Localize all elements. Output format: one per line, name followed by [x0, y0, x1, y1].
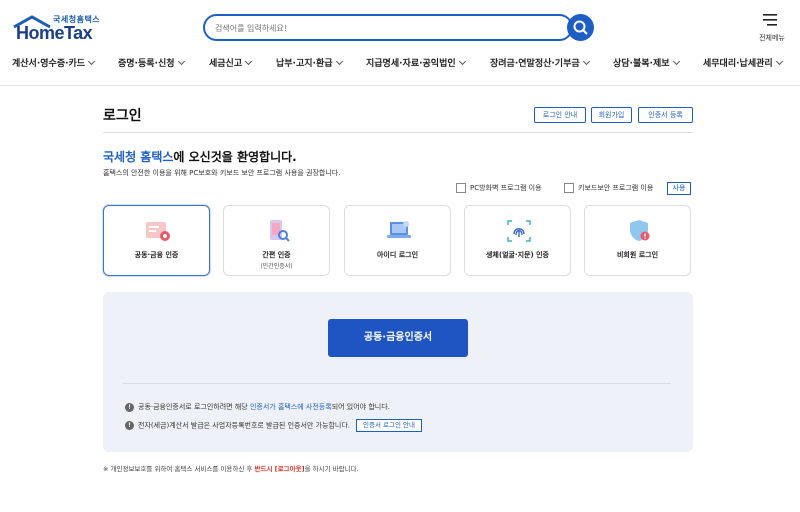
shield-icon: [630, 220, 650, 241]
login-method-label: 아이디 로그인: [376, 251, 419, 259]
nav-item-payment[interactable]: 납부·고지·환급: [276, 56, 343, 69]
search-box: [203, 14, 573, 41]
search-button[interactable]: [567, 14, 594, 41]
chevron-down-icon: [335, 57, 343, 66]
phone-auth-icon: [270, 220, 290, 242]
certificate-login-panel: 공동·금융인증서 ! 공동·금융인증서로 로그인하려면 해당 인증서가 홈택스에 …: [103, 292, 693, 452]
login-method-sublabel: (민간인증서): [260, 263, 293, 270]
nav-item-invoice[interactable]: 계산서·영수증·카드: [12, 56, 96, 69]
all-menu-label: 전체메뉴: [759, 34, 785, 42]
nav-item-agent[interactable]: 세무대리·납세관리: [703, 56, 783, 69]
login-method-label: 공동·금융 인증: [134, 251, 179, 259]
chevron-down-icon: [177, 57, 185, 66]
certificate-icon: [146, 222, 170, 241]
note-preregister: ! 공동·금융인증서로 로그인하려면 해당 인증서가 홈택스에 사전등록되어 있어…: [125, 402, 390, 412]
login-guide-button[interactable]: 로그인 안내: [534, 107, 586, 123]
firewall-option[interactable]: PC방화벽 프로그램 이용: [456, 183, 542, 197]
page-title: 로그인: [103, 108, 142, 124]
panel-divider: [123, 383, 671, 384]
register-certificate-button[interactable]: 인증서 등록: [638, 107, 693, 123]
laptop-icon: [387, 221, 411, 238]
all-menu-button[interactable]: 전체메뉴: [752, 13, 788, 43]
login-method-label: 비회원 로그인: [616, 251, 659, 259]
keyboard-security-option[interactable]: 키보드보안 프로그램 이용: [564, 183, 653, 197]
certificate-login-guide-button[interactable]: 인증서 로그인 안내: [356, 419, 422, 432]
chevron-down-icon: [458, 57, 466, 66]
hometax-logo[interactable]: 국세청홈택스 HomeTax: [12, 12, 112, 44]
site-header: 국세청홈택스 HomeTax 전체메뉴 계산서·영수증·카드 증명·등록·신청 …: [0, 0, 800, 86]
logout-notice: ※ 개인정보보호를 위하여 홈택스 서비스를 이용하신 후 반드시 [로그아웃]…: [103, 465, 359, 473]
chevron-down-icon: [775, 57, 783, 66]
logo-text: HomeTax: [16, 23, 93, 43]
main-nav: 계산서·영수증·카드 증명·등록·신청 세금신고 납부·고지·환급 지급명세·자…: [0, 56, 800, 74]
login-method-id[interactable]: 아이디 로그인: [344, 205, 451, 276]
nav-item-statement[interactable]: 지급명세·자료·공익법인: [366, 56, 466, 69]
signup-button[interactable]: 회원가입: [591, 107, 632, 123]
keyboard-security-checkbox[interactable]: [564, 183, 574, 193]
welcome-subtext: 홈택스의 안전한 이용을 위해 PC보호와 키보드 보안 프로그램 사용을 권장…: [103, 169, 341, 177]
use-button[interactable]: 사용: [667, 182, 691, 195]
certificate-login-button[interactable]: 공동·금융인증서: [328, 319, 468, 357]
login-method-guest[interactable]: 비회원 로그인: [584, 205, 691, 276]
nav-item-certificate[interactable]: 증명·등록·신청: [118, 56, 185, 69]
search-input[interactable]: [215, 20, 555, 36]
search-icon: [573, 20, 588, 35]
chevron-down-icon: [88, 57, 96, 66]
chevron-down-icon: [245, 57, 253, 66]
login-method-label: 생체(얼굴·지문) 인증: [485, 251, 549, 259]
title-row: 로그인 로그인 안내 회원가입 인증서 등록: [103, 103, 693, 133]
welcome-heading: 국세청 홈택스에 오신것을 환영합니다.: [103, 150, 297, 164]
login-method-certificate[interactable]: 공동·금융 인증: [103, 205, 210, 276]
firewall-checkbox[interactable]: [456, 183, 466, 193]
login-method-simple[interactable]: 간편 인증 (민간인증서): [223, 205, 330, 276]
nav-item-consult[interactable]: 상담·불복·제보: [613, 56, 680, 69]
fingerprint-icon: [507, 220, 531, 242]
hamburger-icon: [763, 14, 777, 26]
nav-item-tax-report[interactable]: 세금신고: [209, 56, 253, 69]
info-icon: !: [125, 421, 134, 430]
login-method-label: 간편 인증: [262, 251, 291, 259]
note-business-certificate: ! 전자(세금)계산서 발급은 사업자등록번호로 발급된 인증서만 가능합니다. 인…: [125, 419, 422, 432]
login-method-biometric[interactable]: 생체(얼굴·지문) 인증: [464, 205, 571, 276]
chevron-down-icon: [582, 57, 590, 66]
info-icon: !: [125, 402, 134, 412]
chevron-down-icon: [672, 57, 680, 66]
nav-item-incentive[interactable]: 장려금·연말정산·기부금: [490, 56, 590, 69]
